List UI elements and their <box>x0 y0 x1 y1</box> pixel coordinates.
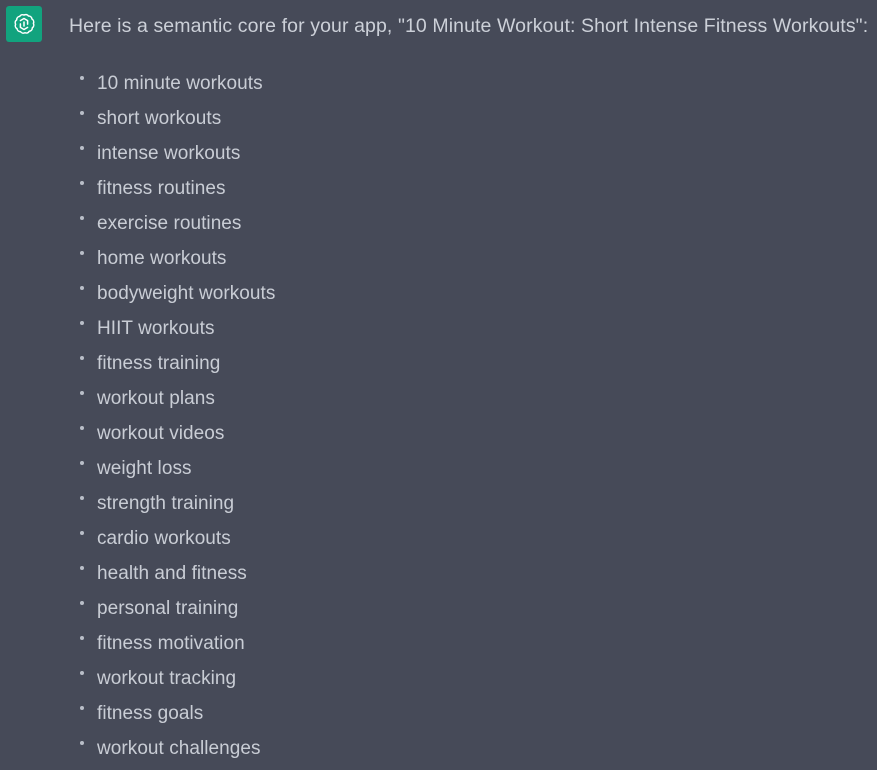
keyword-label: fitness routines <box>97 178 226 199</box>
chat-message-panel: Here is a semantic core for your app, "1… <box>0 0 877 770</box>
list-item: HIIT workouts <box>0 315 877 350</box>
semantic-core-keyword-list: 10 minute workouts short workouts intens… <box>0 70 877 770</box>
bullet-icon <box>80 181 84 185</box>
bullet-icon <box>80 321 84 325</box>
list-item: bodyweight workouts <box>0 280 877 315</box>
list-item: personal training <box>0 595 877 630</box>
list-item: short workouts <box>0 105 877 140</box>
keyword-label: home workouts <box>97 248 227 269</box>
list-item: fitness training <box>0 350 877 385</box>
bullet-icon <box>80 216 84 220</box>
bullet-icon <box>80 76 84 80</box>
bullet-icon <box>80 706 84 710</box>
keyword-label: fitness goals <box>97 703 204 724</box>
list-item: exercise routines <box>0 210 877 245</box>
keyword-label: fitness training <box>97 353 221 374</box>
bullet-icon <box>80 496 84 500</box>
keyword-label: HIIT workouts <box>97 318 215 339</box>
keyword-label: short workouts <box>97 108 222 129</box>
keyword-label: workout challenges <box>97 738 261 759</box>
list-item: workout tracking <box>0 665 877 700</box>
list-item: intense workouts <box>0 140 877 175</box>
bullet-icon <box>80 391 84 395</box>
bullet-icon <box>80 251 84 255</box>
keyword-label: strength training <box>97 493 235 514</box>
list-item: health and fitness <box>0 560 877 595</box>
keyword-label: health and fitness <box>97 563 247 584</box>
keyword-label: cardio workouts <box>97 528 231 549</box>
list-item: cardio workouts <box>0 525 877 560</box>
keyword-label: workout videos <box>97 423 225 444</box>
keyword-label: bodyweight workouts <box>97 283 276 304</box>
bullet-icon <box>80 531 84 535</box>
keyword-label: weight loss <box>97 458 192 479</box>
openai-logo-icon <box>12 12 36 36</box>
bullet-icon <box>80 636 84 640</box>
list-item: 10 minute workouts <box>0 70 877 105</box>
bullet-icon <box>80 461 84 465</box>
list-item: fitness goals <box>0 700 877 735</box>
bullet-icon <box>80 566 84 570</box>
keyword-label: workout plans <box>97 388 215 409</box>
avatar <box>6 6 42 42</box>
bullet-icon <box>80 286 84 290</box>
bullet-icon <box>80 671 84 675</box>
list-item: fitness motivation <box>0 630 877 665</box>
list-item: workout challenges <box>0 735 877 770</box>
keyword-label: intense workouts <box>97 143 241 164</box>
bullet-icon <box>80 356 84 360</box>
keyword-label: exercise routines <box>97 213 242 234</box>
keyword-label: 10 minute workouts <box>97 73 263 94</box>
keyword-label: workout tracking <box>97 668 237 689</box>
bullet-icon <box>80 601 84 605</box>
list-item: strength training <box>0 490 877 525</box>
keyword-label: fitness motivation <box>97 633 245 654</box>
list-item: fitness routines <box>0 175 877 210</box>
list-item: home workouts <box>0 245 877 280</box>
assistant-message-title: Here is a semantic core for your app, "1… <box>69 15 869 37</box>
list-item: workout videos <box>0 420 877 455</box>
bullet-icon <box>80 146 84 150</box>
list-item: weight loss <box>0 455 877 490</box>
bullet-icon <box>80 741 84 745</box>
bullet-icon <box>80 426 84 430</box>
assistant-message-header: Here is a semantic core for your app, "1… <box>0 0 877 54</box>
keyword-label: personal training <box>97 598 239 619</box>
list-item: workout plans <box>0 385 877 420</box>
bullet-icon <box>80 111 84 115</box>
